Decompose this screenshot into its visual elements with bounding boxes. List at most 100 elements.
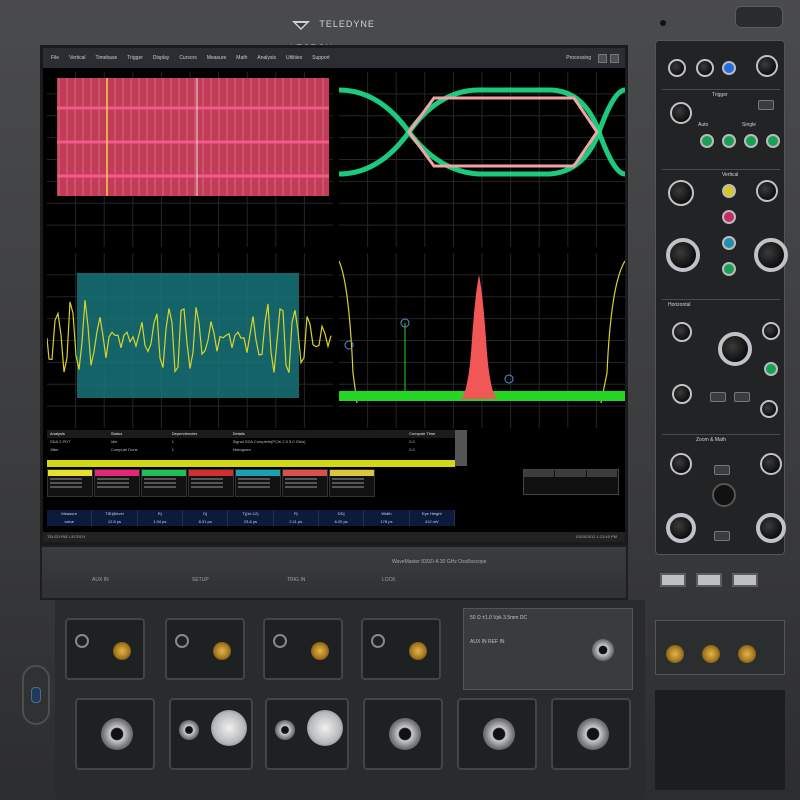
horizontal-setup-button[interactable]	[710, 392, 726, 402]
descriptor-f1[interactable]	[235, 469, 281, 497]
histogram-grid[interactable]	[339, 253, 625, 428]
menu-display[interactable]: Display	[149, 55, 173, 61]
waveform-grid[interactable]	[47, 253, 333, 428]
descriptor-c1[interactable]	[47, 469, 93, 497]
descriptor-f3[interactable]	[329, 469, 375, 497]
param-cell[interactable]: Eye Height 412 mV	[410, 510, 455, 526]
bnc-input-4[interactable]	[551, 698, 631, 770]
minimize-button[interactable]	[598, 53, 607, 63]
descriptor-c3[interactable]	[141, 469, 187, 497]
probe-input-1[interactable]	[169, 698, 253, 770]
col-analysis: Analysis	[50, 431, 65, 436]
horizontal-section: Horizontal	[662, 299, 780, 434]
table-row[interactable]: SDA 2 PDT Idle 1 Signal SDA Complete(PCI…	[47, 438, 467, 446]
input-port-c3[interactable]	[263, 618, 343, 680]
power-button[interactable]	[22, 665, 50, 725]
horizontal-zoom-button[interactable]	[734, 392, 750, 402]
clear-sweeps-button[interactable]	[714, 531, 730, 541]
trig-in-label[interactable]: TRIG IN	[287, 577, 305, 583]
menu-support[interactable]: Support	[308, 55, 334, 61]
param-cell[interactable]: Width 178 ps	[364, 510, 410, 526]
usb-port-3[interactable]	[732, 573, 758, 587]
zoom-knob-right[interactable]	[760, 453, 782, 475]
trigger-level-knob[interactable]	[670, 102, 692, 124]
bnc-input-3[interactable]	[457, 698, 537, 770]
menu-trigger[interactable]: Trigger	[123, 55, 147, 61]
ext-connector-icon[interactable]	[702, 645, 720, 663]
param-cell[interactable]: DDj 6.20 ps	[319, 510, 365, 526]
print-button[interactable]	[668, 59, 686, 77]
stop-button[interactable]	[766, 134, 780, 148]
default-setup-button[interactable]	[696, 59, 714, 77]
math-button[interactable]	[764, 362, 778, 376]
channel-4-button[interactable]	[722, 262, 736, 276]
intensity-knob[interactable]	[756, 55, 778, 77]
volts-div-knob-1[interactable]	[666, 238, 700, 272]
zoom-scale-knob-left[interactable]	[666, 513, 696, 543]
zoom-scale-knob-right[interactable]	[756, 513, 786, 543]
input-port-c4[interactable]	[361, 618, 441, 680]
selected-row-highlight[interactable]	[47, 460, 455, 467]
menu-utilities[interactable]: Utilities	[282, 55, 306, 61]
table-row[interactable]: Jitter Compute Done 1 Histogram 0.0	[47, 446, 467, 454]
bnc-connector-icon	[483, 718, 515, 750]
auto-button[interactable]	[700, 134, 714, 148]
descriptor-f2[interactable]	[282, 469, 328, 497]
channel-1-button[interactable]	[722, 184, 736, 198]
table-scrollbar[interactable]	[455, 430, 467, 466]
ext-connector-icon[interactable]	[666, 645, 684, 663]
cursor-knob[interactable]	[672, 384, 692, 404]
zoom-position-knob[interactable]	[762, 322, 780, 340]
eye-diagram-grid[interactable]	[339, 72, 625, 247]
descriptor-c4[interactable]	[188, 469, 234, 497]
descriptor-c2[interactable]	[94, 469, 140, 497]
col-status: Status	[110, 431, 123, 436]
menu-cursors[interactable]: Cursors	[175, 55, 201, 61]
channel-2-button[interactable]	[722, 210, 736, 224]
param-cell[interactable]: Pj 2.11 ps	[274, 510, 319, 526]
menu-timebase[interactable]: Timebase	[91, 55, 121, 61]
param-cell[interactable]: Rj 1.04 ps	[138, 510, 183, 526]
offset-knob-1[interactable]	[668, 180, 694, 206]
time-div-knob[interactable]	[718, 332, 752, 366]
volts-div-knob-2[interactable]	[754, 238, 788, 272]
param-cell[interactable]: TIE@level 12.5 ps	[92, 510, 138, 526]
offset-knob-2[interactable]	[756, 180, 778, 202]
usb-port-1[interactable]	[660, 573, 686, 587]
aux-in-label[interactable]: AUX IN	[92, 577, 109, 583]
menu-vertical[interactable]: Vertical	[65, 55, 89, 61]
delay-knob[interactable]	[672, 322, 692, 342]
setup-label[interactable]: SETUP	[192, 577, 209, 583]
normal-button[interactable]	[722, 134, 736, 148]
input-port-c1[interactable]	[65, 618, 145, 680]
front-control-panel: Trigger Auto Single Vertical Horizontal	[655, 40, 788, 555]
ref-in-connector-icon[interactable]	[592, 639, 614, 661]
bnc-input-2[interactable]	[363, 698, 443, 770]
menu-math[interactable]: Math	[232, 55, 251, 61]
auto-setup-button[interactable]	[722, 61, 736, 75]
input-port-c2[interactable]	[165, 618, 245, 680]
close-button[interactable]	[610, 53, 619, 63]
multi-knob[interactable]	[712, 483, 736, 507]
menu-analysis[interactable]: Analysis	[253, 55, 280, 61]
menu-measure[interactable]: Measure	[203, 55, 230, 61]
pattern-grid[interactable]	[47, 72, 333, 247]
math-knob[interactable]	[760, 400, 778, 418]
param-cell[interactable]: Measure value	[47, 510, 93, 526]
edge-trace	[600, 260, 625, 404]
ext-connector-icon[interactable]	[738, 645, 756, 663]
table-cell: 1	[171, 447, 174, 452]
zoom-button[interactable]	[714, 465, 730, 475]
probe-input-2[interactable]	[265, 698, 349, 770]
menu-file[interactable]: File	[47, 55, 63, 61]
usb-port-2[interactable]	[696, 573, 722, 587]
lock-label[interactable]: LOCK	[382, 577, 396, 583]
bnc-input-1[interactable]	[75, 698, 155, 770]
single-button[interactable]	[744, 134, 758, 148]
param-cell[interactable]: Dj 8.31 ps	[183, 510, 229, 526]
setup-button[interactable]	[758, 100, 774, 110]
timebase-descriptor[interactable]	[523, 469, 619, 495]
channel-3-button[interactable]	[722, 236, 736, 250]
zoom-knob-left[interactable]	[670, 453, 692, 475]
param-cell[interactable]: Tj(1e-12) 23.6 ps	[228, 510, 274, 526]
